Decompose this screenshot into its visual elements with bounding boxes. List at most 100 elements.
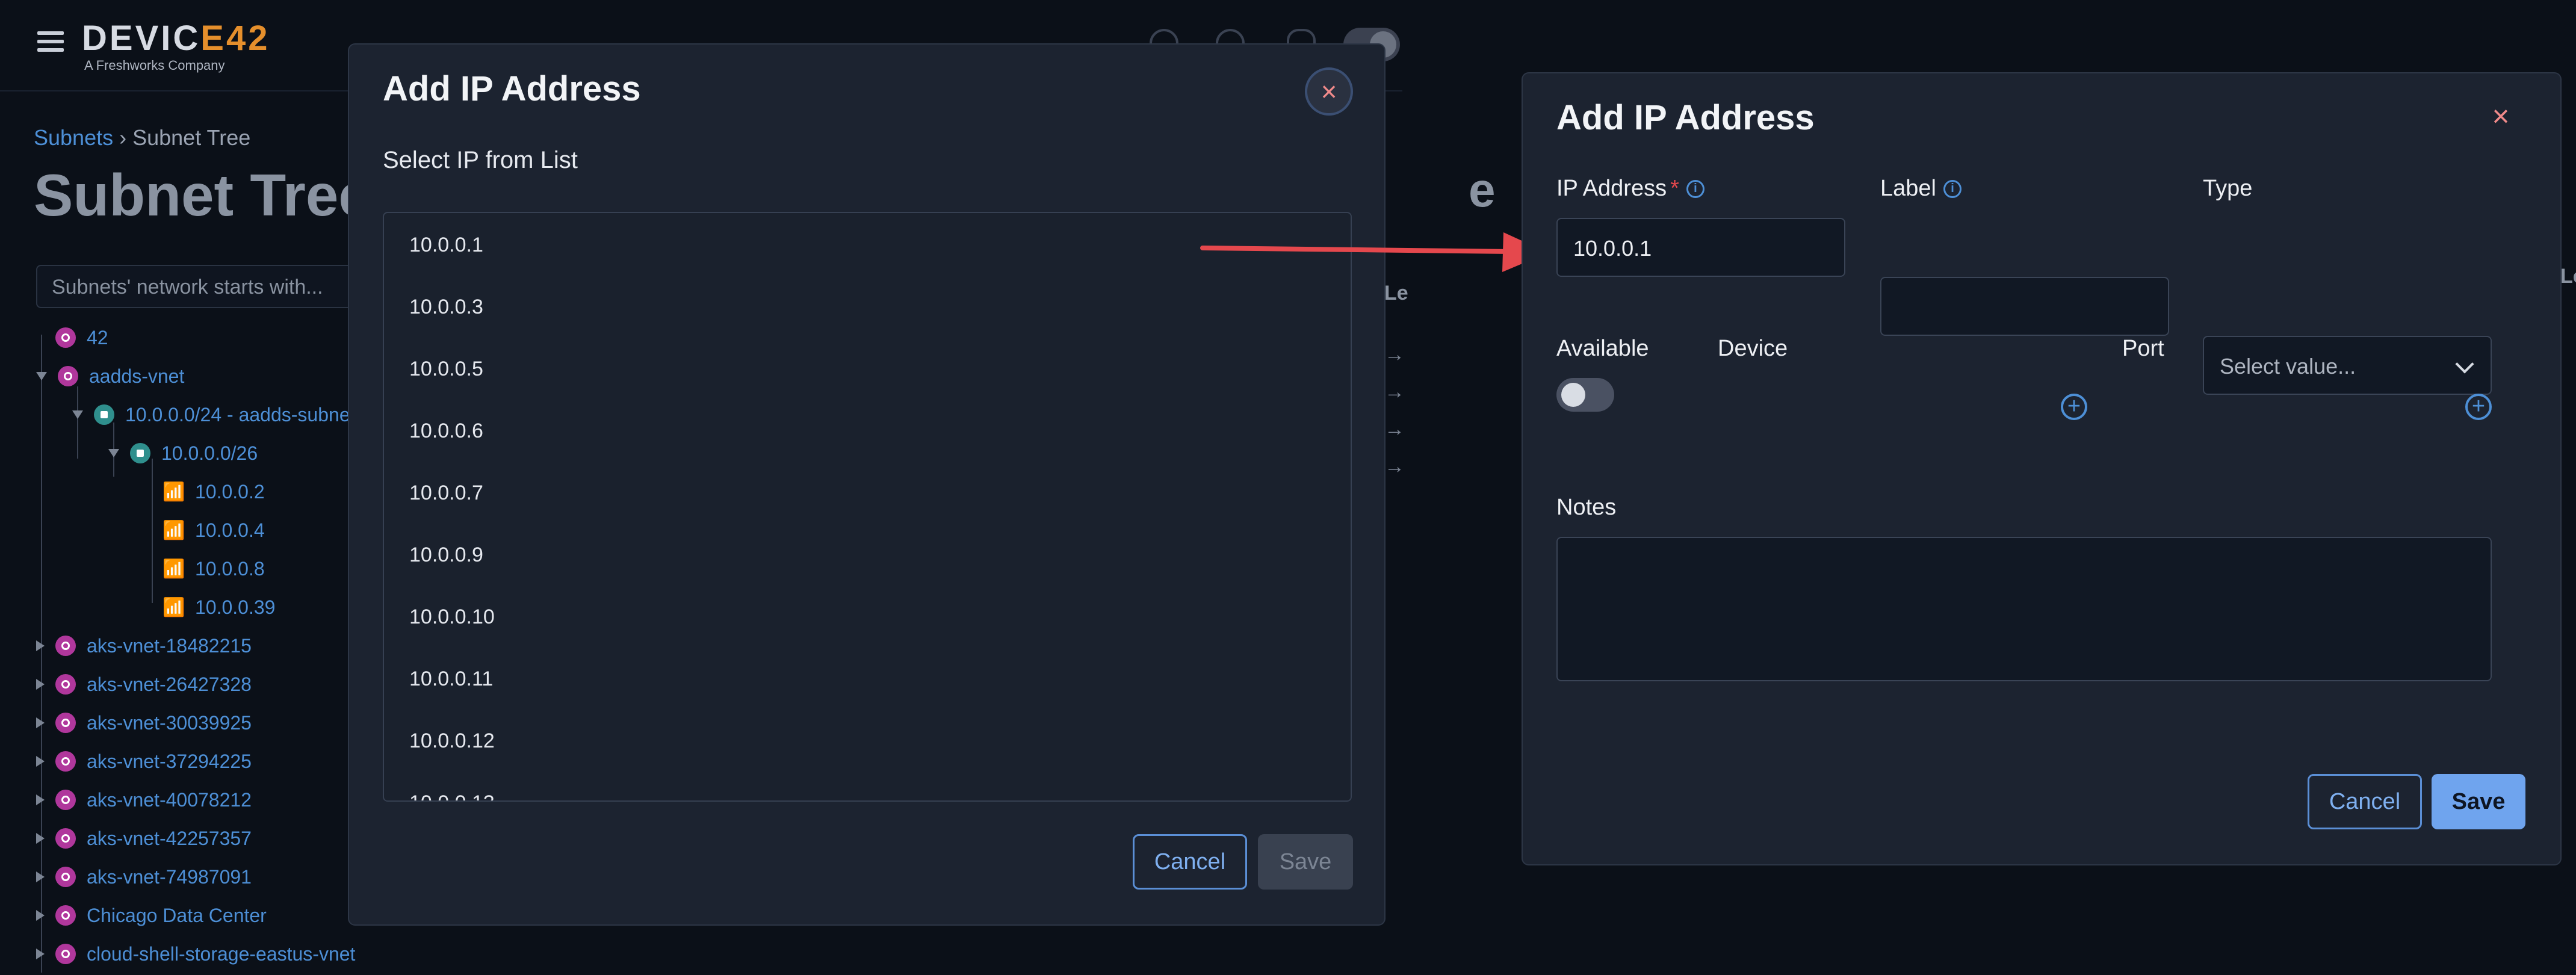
caret-right-icon[interactable] [36, 717, 45, 728]
tree-item[interactable]: aks-vnet-42257357 [36, 821, 252, 856]
save-button[interactable]: Save [1258, 834, 1353, 890]
tree-item[interactable]: aks-vnet-30039925 [36, 705, 252, 740]
add-port-plus-icon[interactable]: + [2465, 394, 2492, 420]
ip-list[interactable]: 10.0.0.1 10.0.0.3 10.0.0.5 10.0.0.6 10.0.0.7… [383, 212, 1352, 802]
network-icon [58, 366, 78, 386]
cancel-button[interactable]: Cancel [1133, 834, 1247, 890]
tree-item[interactable]: 42 [55, 320, 108, 355]
caret-down-icon[interactable] [108, 449, 119, 457]
tree-item[interactable]: aks-vnet-26427328 [36, 667, 252, 702]
add-device-plus-icon[interactable]: + [2061, 394, 2087, 420]
breadcrumb-link-subnets[interactable]: Subnets [34, 125, 113, 150]
tree-item-label[interactable]: aks-vnet-74987091 [87, 866, 252, 888]
available-toggle[interactable] [1556, 378, 1614, 412]
tree-item-label[interactable]: aks-vnet-42257357 [87, 828, 252, 850]
logo-accent-text: E42 [200, 19, 270, 58]
row-arrow-icon[interactable]: → [1384, 418, 1408, 455]
network-icon [55, 790, 76, 810]
subnet-filter-input[interactable]: Subnets' network starts with... [36, 265, 373, 308]
caret-down-icon[interactable] [36, 372, 47, 380]
modal-subtitle: Select IP from List [383, 147, 578, 173]
caret-right-icon[interactable] [36, 679, 45, 690]
tree-item-label[interactable]: aks-vnet-30039925 [87, 712, 252, 734]
ip-list-item[interactable]: 10.0.0.12 [384, 709, 1351, 771]
logo[interactable]: DEVICE42 [82, 18, 270, 58]
info-icon[interactable]: i [1686, 179, 1704, 198]
tree-item-label[interactable]: aks-vnet-37294225 [87, 751, 252, 773]
network-icon [55, 751, 76, 772]
tree-item-label[interactable]: Chicago Data Center [87, 905, 267, 927]
tree-item-label[interactable]: aks-vnet-40078212 [87, 789, 252, 811]
tree-item-label[interactable]: 10.0.0.0/24 - aadds-subnet [125, 404, 356, 426]
caret-right-icon[interactable] [36, 871, 45, 882]
close-icon[interactable]: × [2486, 101, 2516, 131]
tree-item[interactable]: cloud-shell-storage-eastus-vnet [36, 936, 355, 971]
ip-list-item[interactable]: 10.0.0.5 [384, 337, 1351, 399]
ip-address-label: IP Address * i [1556, 176, 1704, 202]
tree-item[interactable]: aks-vnet-18482215 [36, 628, 252, 663]
cancel-button[interactable]: Cancel [2308, 774, 2422, 829]
wifi-icon: 📶 [163, 520, 185, 540]
network-icon [55, 944, 76, 964]
caret-right-icon[interactable] [36, 756, 45, 767]
caret-right-icon[interactable] [36, 833, 45, 844]
info-icon[interactable]: i [1943, 179, 1961, 198]
type-select[interactable]: Select value... [2203, 336, 2492, 395]
tree-item[interactable]: 📶 10.0.0.2 [163, 474, 265, 509]
background-heading-fragment: e [1469, 163, 1496, 217]
ip-list-item[interactable]: 10.0.0.9 [384, 523, 1351, 585]
tree-item-label[interactable]: aks-vnet-18482215 [87, 635, 252, 657]
label-input[interactable] [1880, 277, 2169, 336]
tree-item-label[interactable]: aks-vnet-26427328 [87, 673, 252, 696]
tree-item[interactable]: aks-vnet-40078212 [36, 782, 252, 817]
notes-textarea[interactable] [1556, 537, 2492, 681]
ip-list-item[interactable]: 10.0.0.6 [384, 399, 1351, 461]
tree-item[interactable]: 📶 10.0.0.4 [163, 513, 265, 548]
type-label: Type [2203, 176, 2253, 201]
wifi-icon: 📶 [163, 481, 185, 502]
subnet-icon [94, 404, 114, 425]
tree-item[interactable]: 10.0.0.0/26 [108, 436, 258, 471]
subnet-tree: 42 aadds-vnet 10.0.0.0/24 - aadds-subnet 10… [36, 320, 373, 975]
tree-item[interactable]: aks-vnet-74987091 [36, 859, 252, 894]
modal-title: Add IP Address [1556, 98, 1815, 137]
modal-title: Add IP Address [383, 69, 641, 108]
row-arrow-icon[interactable]: → [1384, 455, 1408, 492]
tree-item[interactable]: 10.0.0.0/24 - aadds-subnet [72, 397, 356, 432]
tree-item-label[interactable]: cloud-shell-storage-eastus-vnet [87, 943, 355, 965]
port-label: Port [2122, 336, 2164, 361]
breadcrumb-current: Subnet Tree [132, 125, 251, 150]
ip-list-item[interactable]: 10.0.0.7 [384, 461, 1351, 523]
tree-item[interactable]: aks-vnet-37294225 [36, 744, 252, 779]
caret-right-icon[interactable] [36, 910, 45, 921]
required-marker: * [1670, 176, 1679, 201]
tree-item-label[interactable]: 10.0.0.8 [195, 558, 265, 580]
caret-right-icon[interactable] [36, 949, 45, 959]
notes-label: Notes [1556, 495, 1617, 520]
hamburger-menu-icon[interactable] [37, 31, 64, 52]
ip-list-item[interactable]: 10.0.0.13 [384, 771, 1351, 800]
close-icon[interactable]: × [1305, 67, 1353, 116]
tree-item[interactable]: Chicago Data Center [36, 898, 267, 933]
caret-right-icon[interactable] [36, 640, 45, 651]
caret-right-icon[interactable] [36, 794, 45, 805]
save-button[interactable]: Save [2432, 774, 2525, 829]
tree-item[interactable]: aadds-vnet [36, 359, 184, 394]
tree-item-label[interactable]: 10.0.0.4 [195, 519, 265, 542]
ip-address-input[interactable]: 10.0.0.1 [1556, 218, 1845, 277]
tree-item[interactable]: 📶 10.0.0.8 [163, 551, 265, 586]
tree-item-label[interactable]: aadds-vnet [89, 365, 184, 388]
table-header-fragment-right: Le [2560, 265, 2576, 288]
caret-down-icon[interactable] [72, 410, 83, 419]
ip-list-item[interactable]: 10.0.0.10 [384, 585, 1351, 647]
tree-item-label[interactable]: 10.0.0.0/26 [161, 442, 258, 465]
add-ip-modal: Add IP Address × IP Address * i 10.0.0.1… [1522, 72, 2562, 865]
tree-item-label[interactable]: 10.0.0.39 [195, 596, 275, 619]
row-arrow-icon[interactable]: → [1384, 380, 1408, 418]
tree-item[interactable]: 📶 10.0.0.39 [163, 590, 275, 625]
row-arrow-icon[interactable]: → [1384, 343, 1408, 380]
tree-item-label[interactable]: 42 [87, 327, 108, 349]
tree-item-label[interactable]: 10.0.0.2 [195, 481, 265, 503]
ip-list-item[interactable]: 10.0.0.11 [384, 647, 1351, 709]
wifi-icon: 📶 [163, 559, 185, 579]
